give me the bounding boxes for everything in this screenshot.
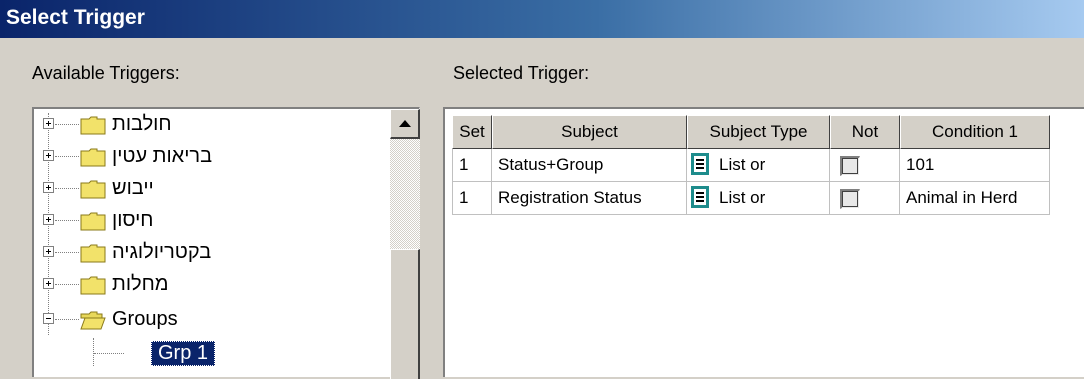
tree-item-milking[interactable]: חולבות [34, 109, 394, 141]
tree-scrollbar[interactable] [390, 109, 420, 379]
expand-icon[interactable] [43, 246, 54, 257]
folder-closed-icon [80, 244, 106, 263]
tree-item-label: Groups [112, 308, 178, 330]
tree-item-label: ייבוש [112, 177, 154, 199]
column-header-subject-type[interactable]: Subject Type [687, 115, 830, 149]
tree-item-grp-1[interactable]: Grp 1 [34, 336, 394, 368]
folder-closed-icon [80, 116, 106, 135]
column-header-subject[interactable]: Subject [492, 115, 687, 149]
not-checkbox[interactable] [840, 156, 860, 176]
subject-type-text: List or [719, 188, 766, 207]
cell-subject-type[interactable]: List or [687, 149, 830, 182]
selected-trigger-label: Selected Trigger: [453, 63, 590, 83]
scroll-up-button[interactable] [390, 109, 420, 139]
column-header-not[interactable]: Not [830, 115, 900, 149]
cell-subject[interactable]: Registration Status [492, 182, 687, 215]
folder-closed-icon [80, 276, 106, 295]
scroll-thumb[interactable] [390, 249, 420, 379]
tree-item-vaccination[interactable]: חיסון [34, 205, 394, 237]
window-title: Select Trigger [6, 6, 145, 29]
tree-item-label: מחלות [112, 273, 169, 295]
folder-open-icon [80, 311, 106, 330]
cell-condition-1[interactable]: 101 [900, 149, 1050, 182]
expand-icon[interactable] [43, 214, 54, 225]
tree-item-label: חולבות [112, 113, 172, 135]
column-header-set[interactable]: Set [452, 115, 492, 149]
folder-closed-icon [80, 148, 106, 167]
tree-item-groups[interactable]: Groups [34, 304, 394, 336]
not-checkbox[interactable] [840, 189, 860, 209]
tree-item-label: חיסון [112, 209, 154, 231]
list-icon [691, 185, 709, 208]
title-bar: Select Trigger [0, 0, 1084, 38]
list-icon [691, 152, 709, 175]
column-header-condition-1[interactable]: Condition 1 [900, 115, 1050, 149]
cell-not[interactable] [830, 182, 900, 215]
subject-type-text: List or [719, 155, 766, 174]
available-triggers-label: Available Triggers: [32, 63, 180, 83]
tree-item-drying[interactable]: ייבוש [34, 173, 394, 205]
tree-item-selected-label: Grp 1 [151, 341, 216, 366]
tree-item-udder-health[interactable]: בריאות עטין [34, 141, 394, 173]
tree-item-label: בקטריולוגיה [112, 241, 212, 263]
tree-item-bacteriology[interactable]: בקטריולוגיה [34, 237, 394, 269]
tree-item-diseases[interactable]: מחלות [34, 269, 394, 301]
arrow-up-icon [399, 120, 411, 127]
folder-closed-icon [80, 212, 106, 231]
cell-not[interactable] [830, 149, 900, 182]
expand-icon[interactable] [43, 118, 54, 129]
cell-set[interactable]: 1 [452, 182, 492, 215]
cell-condition-1[interactable]: Animal in Herd [900, 182, 1050, 215]
cell-subject-type[interactable]: List or [687, 182, 830, 215]
collapse-icon[interactable] [43, 313, 54, 324]
expand-icon[interactable] [43, 278, 54, 289]
cell-subject[interactable]: Status+Group [492, 149, 687, 182]
available-triggers-tree[interactable]: חולבות בריאות עטין ייבוש חיסון בקטריולוג… [32, 107, 420, 379]
cell-set[interactable]: 1 [452, 149, 492, 182]
expand-icon[interactable] [43, 150, 54, 161]
selected-trigger-grid[interactable]: Set Subject Subject Type Not Condition 1… [443, 107, 1084, 377]
folder-closed-icon [80, 180, 106, 199]
tree-item-label: בריאות עטין [112, 145, 213, 167]
expand-icon[interactable] [43, 182, 54, 193]
